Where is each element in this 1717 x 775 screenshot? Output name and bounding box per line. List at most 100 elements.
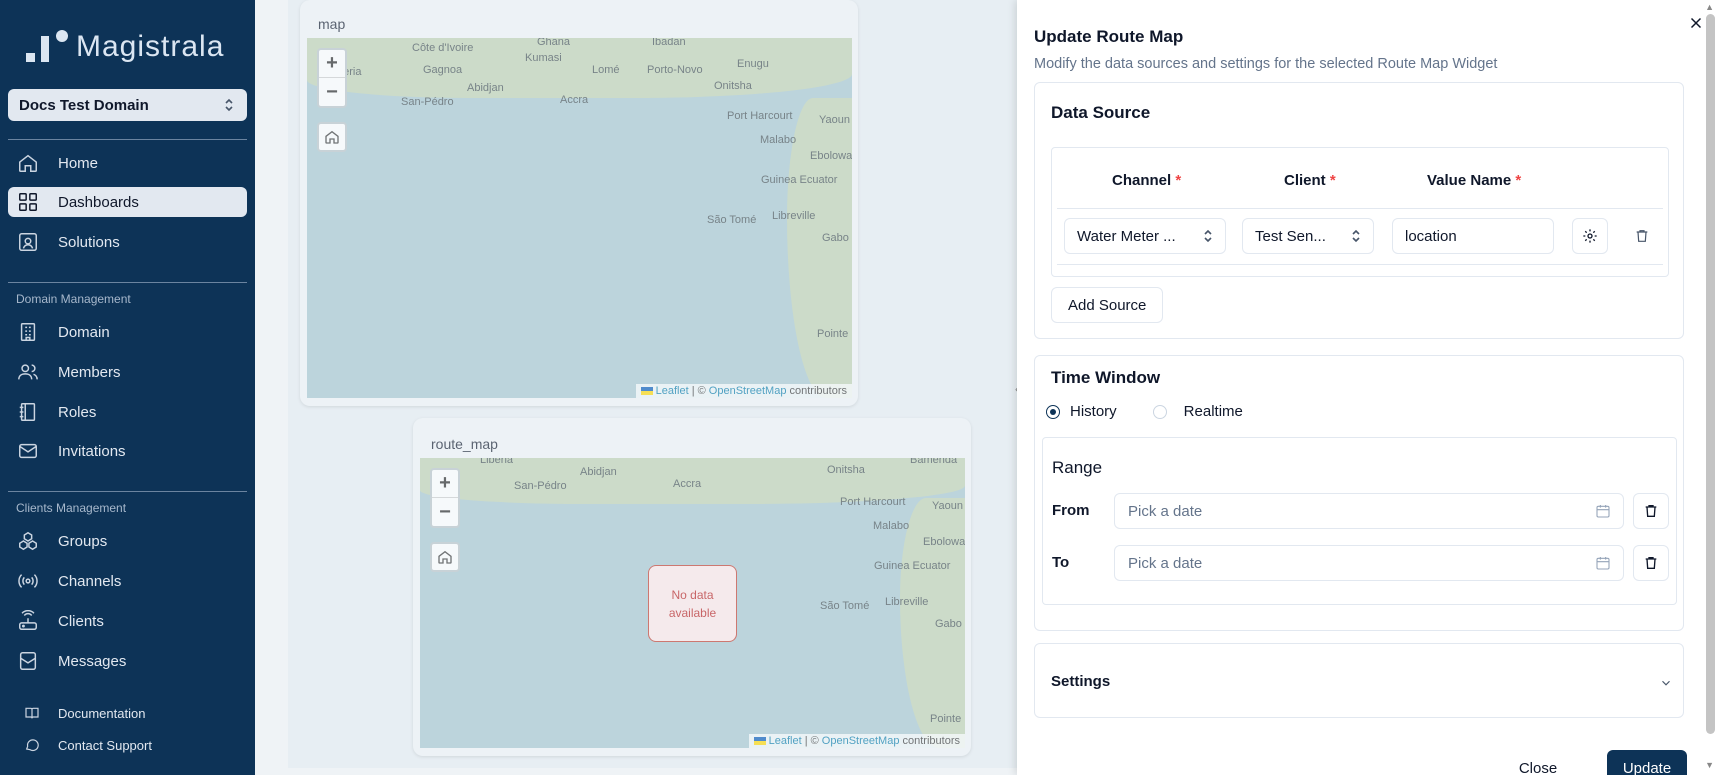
home-icon [19,154,37,172]
sidebar-item-home[interactable]: Home [8,148,247,178]
sidebar-item-clients[interactable]: Clients [8,606,247,636]
map-label: Guinea Ecuator [761,174,838,186]
map-label: Yaoun [819,114,850,126]
attribution-suffix: contributors [789,385,847,397]
sidebar-item-documentation[interactable]: Documentation [8,698,247,728]
zoom-control: + − [430,468,460,528]
update-button[interactable]: Update [1607,750,1687,775]
divider [8,491,247,492]
sidebar-item-roles[interactable]: Roles [8,397,247,427]
sidebar-item-contact-support[interactable]: Contact Support [8,730,247,760]
sidebar-item-groups[interactable]: Groups [8,526,247,556]
map-label: Lomé [592,64,620,76]
to-date-placeholder: Pick a date [1128,554,1203,572]
radio-realtime-label[interactable]: Realtime [1184,403,1243,420]
map-widget[interactable]: map Côte d'Ivoire Ghana Ibadan Enugu Kum… [300,0,858,406]
map-land [787,98,852,398]
map-label: Accra [673,478,702,490]
clear-from-date-button[interactable] [1633,493,1669,529]
time-window-card: Time Window History Realtime Range From … [1034,355,1684,631]
radio-realtime[interactable] [1152,404,1167,419]
add-source-button[interactable]: Add Source [1051,287,1164,323]
widget-title: route_map [431,436,498,452]
map-label: Pointe [817,328,849,340]
map-label: Libreville [772,210,816,222]
radio-history-label[interactable]: History [1070,403,1117,420]
panel-description: Modify the data sources and settings for… [1034,56,1498,72]
channel-select[interactable]: Water Meter ... [1064,218,1226,254]
leaflet-link[interactable]: Leaflet [656,385,689,397]
to-date-picker[interactable]: Pick a date [1114,545,1624,581]
logo-text: Magistrala [76,30,225,63]
range-section: Range From Pick a date To Pick a date [1042,437,1677,605]
source-settings-button[interactable] [1572,218,1608,254]
ukraine-flag-icon [753,737,766,746]
panel-title: Update Route Map [1034,27,1184,46]
home-icon [438,550,452,564]
chevron-down-icon [1662,680,1670,686]
sidebar-item-domain[interactable]: Domain [8,317,247,347]
sidebar: Magistrala Docs Test Domain Home Dashboa… [0,0,255,775]
sidebar-item-members[interactable]: Members [8,357,247,387]
domain-selector[interactable]: Docs Test Domain [8,89,247,121]
osm-link[interactable]: OpenStreetMap [709,385,787,397]
sidebar-item-dashboards[interactable]: Dashboards [8,187,247,217]
panel-scrollbar[interactable] [1706,14,1715,734]
map-label: Malabo [760,134,797,146]
map-label: Libreville [885,596,929,608]
map-label: Port Harcourt [727,110,793,122]
close-button[interactable]: Close [1502,750,1574,775]
from-date-picker[interactable]: Pick a date [1114,493,1624,529]
sidebar-item-messages[interactable]: Messages [8,646,247,676]
client-select[interactable]: Test Sen... [1242,218,1374,254]
close-icon[interactable] [1687,14,1705,32]
messages-icon [19,652,37,670]
settings-card[interactable]: Settings [1034,643,1684,718]
sidebar-item-solutions[interactable]: Solutions [8,227,247,257]
home-icon [325,130,339,144]
map-label: Gagnoa [423,64,463,76]
reset-view-button[interactable] [317,122,347,152]
reset-view-button[interactable] [430,542,460,572]
zoom-out-button[interactable]: − [432,498,458,526]
map-label: Gabo [935,618,962,630]
sidebar-item-label: Messages [58,652,127,670]
map-label: Malabo [873,520,910,532]
map-label: Kumasi [525,52,562,64]
section-label-domain: Domain Management [16,292,131,306]
docs-icon [25,707,39,719]
leaflet-link[interactable]: Leaflet [769,735,802,747]
map-land [307,38,852,98]
map-label: Ebolowa [810,150,852,162]
map-label: Pointe [930,713,962,725]
delete-source-button[interactable] [1624,218,1660,254]
map-view[interactable]: Côte d'Ivoire Ghana Ibadan Enugu Kumasi … [307,38,852,398]
map-label: Port Harcourt [840,496,906,508]
map-label: Yaoun [932,500,963,512]
zoom-in-button[interactable]: + [432,470,458,498]
chat-icon [25,739,39,752]
osm-link[interactable]: OpenStreetMap [822,735,900,747]
divider [8,282,247,283]
map-label: Abidjan [467,82,504,94]
sidebar-item-label: Domain [58,323,110,341]
map-attribution: Leaflet | © OpenStreetMap contributors [748,734,965,748]
clear-to-date-button[interactable] [1633,545,1669,581]
sidebar-item-invitations[interactable]: Invitations [8,436,247,466]
settings-title: Settings [1051,673,1111,690]
card-title: Time Window [1051,368,1161,387]
sidebar-item-channels[interactable]: Channels [8,566,247,596]
scroll-down-icon[interactable]: ▼ [1705,760,1714,770]
zoom-in-button[interactable]: + [319,50,345,78]
radio-history[interactable] [1046,404,1060,419]
section-label-clients: Clients Management [16,501,127,515]
value-name-input[interactable] [1392,218,1554,254]
channel-select-value: Water Meter ... [1077,227,1176,245]
scroll-up-icon[interactable]: ▲ [1705,2,1714,12]
attribution-separator: | © [804,735,819,747]
sidebar-item-label: Groups [58,532,108,550]
zoom-out-button[interactable]: − [319,78,345,106]
router-icon [19,610,37,630]
data-source-table: Channel * Client * Value Name * Water Me… [1051,147,1669,277]
from-date-placeholder: Pick a date [1128,502,1203,520]
